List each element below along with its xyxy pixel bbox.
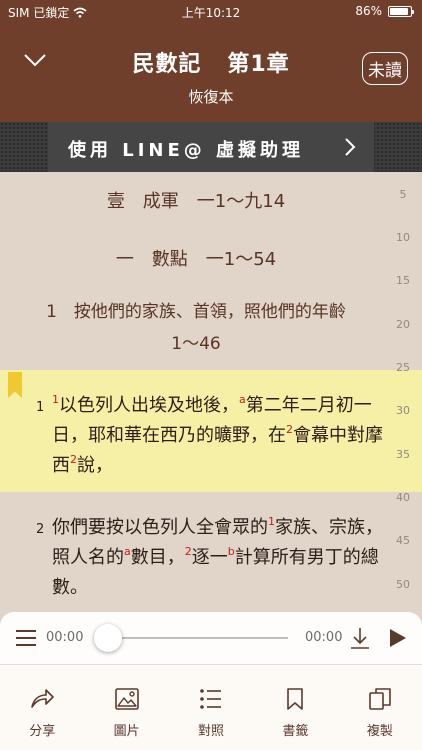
page-title: 民數記 第1章 [0, 46, 422, 78]
footnote-marker[interactable]: 1 [52, 393, 59, 406]
copy-label: 複製 [366, 724, 393, 739]
copy-button[interactable]: 複製 [338, 665, 422, 750]
line-number: 10 [396, 231, 410, 244]
image-label: 圖片 [113, 724, 140, 739]
verse-text[interactable]: 1以色列人出埃及地後，a第二年二月初一日，耶和華在西乃的曠野，在2會幕中對摩西2… [52, 391, 392, 481]
line-assistant-banner[interactable]: 使用 LINE@ 虛擬助理 [48, 122, 374, 172]
download-icon[interactable] [348, 626, 372, 650]
footnote-marker[interactable]: 2 [286, 423, 293, 436]
verse-text-segment: 你們要按以色列人全會眾的 [52, 517, 268, 538]
line-number: 35 [396, 448, 410, 461]
version-label: 恢復本 [188, 88, 234, 106]
bookmark-button[interactable]: 書籤 [253, 665, 337, 750]
progress-track[interactable] [108, 637, 288, 639]
current-time: 00:00 [46, 630, 84, 645]
line-number: 5 [399, 188, 407, 201]
progress-knob[interactable] [94, 624, 122, 652]
bookmark-label: 書籤 [282, 724, 309, 739]
verse-number: 1 [36, 400, 45, 415]
total-time: 00:00 [305, 630, 343, 645]
line-number: 25 [396, 361, 410, 374]
scripture-content[interactable]: 5 10 15 20 25 30 35 40 45 50 壹 成軍 一1～九14… [0, 172, 422, 612]
line-number: 30 [396, 404, 410, 417]
compare-icon [200, 689, 222, 709]
line-number: 20 [396, 318, 410, 331]
verse-text-segment: 說， [77, 455, 113, 476]
verse-text[interactable]: 你們要按以色列人全會眾的1家族、宗族，照人名的a數目，2逐一b計算所有男丁的總數… [52, 513, 392, 603]
banner-area: 使用 LINE@ 虛擬助理 [0, 122, 422, 172]
battery-percent: 86% [355, 4, 382, 18]
copy-icon [369, 688, 391, 710]
verse-number: 2 [36, 522, 45, 537]
outline-heading-1: 壹 成軍 一1～九14 [106, 191, 286, 212]
status-bar: SIM 已鎖定 上午10:12 86% [0, 0, 422, 22]
unread-button[interactable]: 未讀 [362, 52, 408, 85]
footnote-marker[interactable]: 2 [185, 545, 192, 558]
image-button[interactable]: 圖片 [84, 665, 168, 750]
chapter-name: 第1章 [227, 52, 290, 77]
play-icon[interactable] [388, 628, 408, 648]
line-number: 50 [396, 578, 410, 591]
footnote-marker[interactable]: b [228, 545, 235, 558]
banner-text: 使用 LINE@ 虛擬助理 [68, 140, 305, 161]
verse-text-segment: 數目， [130, 547, 185, 568]
book-name: 民數記 [132, 52, 202, 77]
footnote-marker[interactable]: a [239, 393, 246, 406]
outline-text: 按他們的家族、首領，照他們的年齡 [73, 302, 346, 322]
outline-range: 1～46 [171, 334, 221, 354]
footnote-marker[interactable]: a [124, 545, 131, 558]
line-number: 15 [396, 274, 410, 287]
chevron-right-icon [345, 138, 356, 156]
outline-heading-2: 一 數點 一1～54 [115, 249, 277, 270]
chapter-header: 民數記 第1章 恢復本 未讀 [0, 22, 422, 122]
battery-icon [388, 5, 414, 17]
playlist-menu-icon[interactable] [16, 630, 36, 646]
audio-player: 00:00 00:00 [0, 612, 422, 664]
footnote-marker[interactable]: 1 [268, 515, 275, 528]
verse-text-segment: 逐一 [191, 547, 228, 568]
bookmark-icon [287, 688, 304, 710]
image-icon [114, 688, 139, 710]
outline-heading-3: 1 按他們的家族、首領，照他們的年齡 1～46 [0, 296, 392, 360]
compare-button[interactable]: 對照 [169, 665, 253, 750]
share-button[interactable]: 分享 [0, 665, 84, 750]
status-right: 86% [355, 4, 414, 18]
share-icon [31, 689, 55, 708]
compare-label: 對照 [198, 724, 225, 739]
line-number: 40 [396, 491, 410, 504]
footnote-marker[interactable]: 2 [70, 453, 77, 466]
outline-number: 1 [46, 302, 57, 322]
verse-text-segment: 以色列人出埃及地後， [59, 395, 239, 416]
line-number: 45 [396, 534, 410, 547]
bottom-toolbar: 分享 圖片 對照 書籤 複製 [0, 664, 422, 750]
share-label: 分享 [29, 724, 56, 739]
